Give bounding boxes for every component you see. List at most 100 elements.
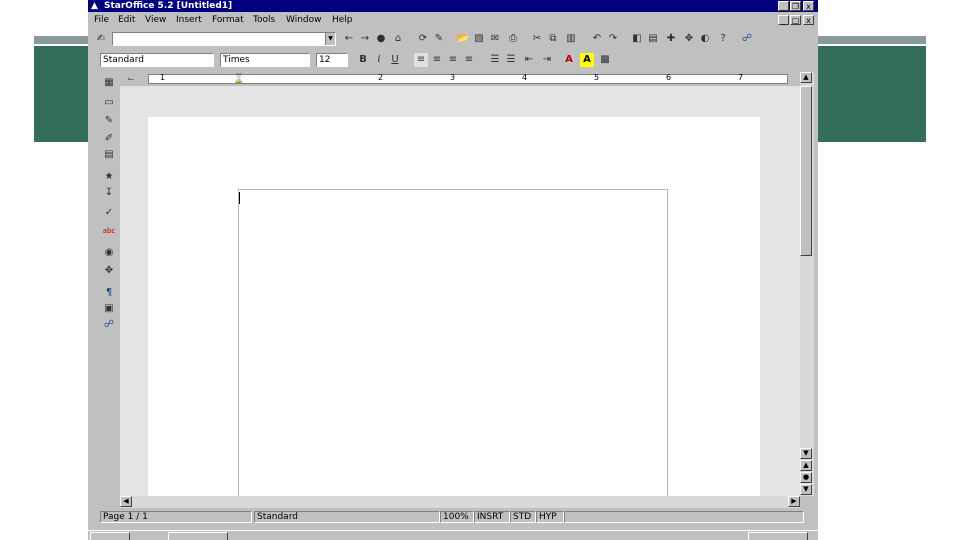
document-area[interactable] xyxy=(120,86,800,499)
start-button[interactable] xyxy=(90,532,130,540)
numbering-icon[interactable]: ☰ xyxy=(488,53,502,67)
forward-icon[interactable]: → xyxy=(358,32,372,46)
form-icon[interactable]: ▤ xyxy=(102,148,116,162)
underline-icon[interactable]: U xyxy=(388,53,402,67)
email-icon[interactable]: ✉ xyxy=(488,32,502,46)
scroll-thumb[interactable] xyxy=(800,86,812,256)
doc-restore-button[interactable]: ▢ xyxy=(790,15,801,25)
italic-icon[interactable]: i xyxy=(372,53,386,67)
datasource-list-icon[interactable]: ✥ xyxy=(102,264,116,278)
menu-tools[interactable]: Tools xyxy=(253,12,275,28)
status-selection-mode[interactable]: STD xyxy=(510,511,536,523)
system-tray xyxy=(748,532,808,540)
online-layout-icon[interactable]: ☍ xyxy=(102,318,116,332)
redo-icon[interactable]: ↷ xyxy=(606,32,620,46)
chevron-down-icon[interactable]: ▼ xyxy=(325,33,335,45)
find-icon[interactable]: ◉ xyxy=(102,246,116,260)
bullets-icon[interactable]: ☰ xyxy=(504,53,518,67)
menu-window[interactable]: Window xyxy=(286,12,322,28)
increase-indent-icon[interactable]: ⇥ xyxy=(540,53,554,67)
scroll-left-button[interactable]: ◀ xyxy=(120,496,132,507)
print-icon[interactable]: ⎙ xyxy=(506,32,520,46)
insert-table-icon[interactable]: ▦ xyxy=(102,76,116,90)
scroll-right-button[interactable]: ▶ xyxy=(788,496,800,507)
save-icon[interactable]: ▧ xyxy=(472,32,486,46)
menu-insert[interactable]: Insert xyxy=(176,12,202,28)
cut-icon[interactable]: ✂ xyxy=(530,32,544,46)
horizontal-scrollbar[interactable]: ◀ ▶ xyxy=(120,496,800,508)
edit-autotext-icon[interactable]: ★ xyxy=(102,170,116,184)
text-boundary xyxy=(238,189,668,499)
back-icon[interactable]: ← xyxy=(342,32,356,46)
background-color-icon[interactable]: ▩ xyxy=(598,53,612,67)
doc-close-button[interactable]: x xyxy=(803,15,814,25)
paragraph-style-select[interactable]: Standard xyxy=(100,53,214,67)
font-color-icon[interactable]: A xyxy=(562,53,576,67)
url-input[interactable]: ▼ xyxy=(112,32,336,46)
datasource-icon[interactable]: ✥ xyxy=(682,32,696,46)
font-size-select[interactable]: 12 xyxy=(316,53,348,67)
background-line-right xyxy=(818,36,926,44)
edit-document-icon[interactable]: ✎ xyxy=(432,32,446,46)
align-center-icon[interactable]: ≡ xyxy=(430,53,444,67)
home-icon[interactable]: ⌂ xyxy=(391,32,405,46)
navigation-button[interactable]: ● xyxy=(800,472,812,483)
toggle-icon[interactable]: ◐ xyxy=(698,32,712,46)
help-icon[interactable]: ? xyxy=(716,32,730,46)
decrease-indent-icon[interactable]: ⇤ xyxy=(522,53,536,67)
undo-icon[interactable]: ↶ xyxy=(590,32,604,46)
font-name-select[interactable]: Times xyxy=(220,53,310,67)
highlight-icon[interactable]: A xyxy=(580,53,594,67)
status-hyperlink-mode[interactable]: HYP xyxy=(536,511,564,523)
menu-edit[interactable]: Edit xyxy=(118,12,135,28)
left-indent-marker-icon[interactable]: ⌛ xyxy=(232,72,246,86)
taskbar xyxy=(88,530,818,540)
document-page[interactable] xyxy=(148,117,760,499)
reload-icon[interactable]: ⟳ xyxy=(416,32,430,46)
web-icon[interactable]: ☍ xyxy=(740,32,754,46)
autospell-icon[interactable]: abc xyxy=(102,224,116,238)
status-insert-mode[interactable]: INSRT xyxy=(474,511,510,523)
insert-field-icon[interactable]: ▭ xyxy=(102,96,116,110)
edit-file-icon[interactable]: ✍ xyxy=(94,32,108,46)
menu-help[interactable]: Help xyxy=(332,12,353,28)
open-icon[interactable]: 📂 xyxy=(456,32,470,46)
status-zoom[interactable]: 100% xyxy=(440,511,474,523)
taskbar-window-button[interactable] xyxy=(168,532,228,540)
align-left-icon[interactable]: ≡ xyxy=(414,53,428,67)
ruler-number: 4 xyxy=(522,73,528,82)
nonprinting-characters-icon[interactable]: ¶ xyxy=(102,286,116,300)
gallery-icon[interactable]: ✚ xyxy=(664,32,678,46)
menu-format[interactable]: Format xyxy=(212,12,244,28)
ruler-number: 1 xyxy=(160,73,166,82)
stylist-icon[interactable]: ▤ xyxy=(646,32,660,46)
paste-icon[interactable]: ▥ xyxy=(564,32,578,46)
scroll-up-button[interactable]: ▲ xyxy=(800,72,812,83)
doc-minimize-button[interactable]: _ xyxy=(778,15,789,25)
horizontal-ruler[interactable]: ⌙ 1 2 3 4 5 6 7 ⌛ xyxy=(120,72,800,86)
scroll-down-button[interactable]: ▼ xyxy=(800,448,812,459)
copy-icon[interactable]: ⧉ xyxy=(546,32,560,46)
insert-object-icon[interactable]: ✎ xyxy=(102,114,116,128)
vertical-scrollbar[interactable]: ▲ ▼ ▲ ● ▼ xyxy=(800,72,814,496)
graphics-off-icon[interactable]: ▣ xyxy=(102,302,116,316)
spellcheck-icon[interactable]: ✓ xyxy=(102,206,116,220)
title-bar[interactable]: ▲ StarOffice 5.2 [Untitled1] _ ❐ x xyxy=(88,0,818,12)
close-button[interactable]: x xyxy=(803,1,814,11)
status-style[interactable]: Standard xyxy=(254,511,440,523)
stop-icon[interactable]: ● xyxy=(374,32,388,46)
next-page-button[interactable]: ▼ xyxy=(800,484,812,495)
justify-icon[interactable]: ≡ xyxy=(462,53,476,67)
minimize-button[interactable]: _ xyxy=(778,1,789,11)
bold-icon[interactable]: B xyxy=(356,53,370,67)
tab-stop-icon[interactable]: ⌙ xyxy=(124,72,138,86)
draw-icon[interactable]: ✐ xyxy=(102,132,116,146)
navigator-icon[interactable]: ◧ xyxy=(630,32,644,46)
restore-button[interactable]: ❐ xyxy=(790,1,801,11)
status-bar: Page 1 / 1 Standard 100% INSRT STD HYP xyxy=(88,510,818,524)
menu-view[interactable]: View xyxy=(145,12,166,28)
menu-file[interactable]: File xyxy=(94,12,109,28)
text-direction-icon[interactable]: ↧ xyxy=(102,186,116,200)
align-right-icon[interactable]: ≡ xyxy=(446,53,460,67)
previous-page-button[interactable]: ▲ xyxy=(800,460,812,471)
